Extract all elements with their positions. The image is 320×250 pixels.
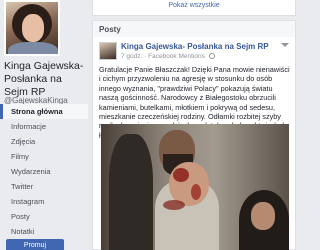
page-title[interactable]: Kinga Gajewska-Posłanka na Sejm RP <box>4 60 88 99</box>
nav-item-posts[interactable]: Posty <box>0 209 88 224</box>
post-card: Kinga Gajewska- Posłanka na Sejm RP 7 go… <box>92 37 296 250</box>
nav-item-twitter[interactable]: Twitter <box>0 179 88 194</box>
nav-item-photos[interactable]: Zdjęcia <box>0 134 88 149</box>
post-image[interactable] <box>101 124 289 250</box>
post-author-avatar[interactable] <box>99 42 117 60</box>
profile-shoulder <box>8 42 58 54</box>
nav-item-home[interactable]: Strona główna <box>0 104 88 119</box>
nav-item-videos[interactable]: Filmy <box>0 149 88 164</box>
nav-item-events[interactable]: Wydarzenia <box>0 164 88 179</box>
posts-section-header: Posty <box>92 20 296 38</box>
nav-item-about[interactable]: Informacje <box>0 119 88 134</box>
image-wound <box>173 168 189 182</box>
image-wound <box>163 200 185 210</box>
image-wound <box>191 184 201 200</box>
left-column: Kinga Gajewska-Posłanka na Sejm RP @Gaje… <box>0 0 88 250</box>
globe-icon <box>208 53 215 59</box>
post-meta: 7 godz. · Facebook Mentions <box>121 53 215 60</box>
page-nav: Strona główna Informacje Zdjęcia Filmy W… <box>0 104 88 250</box>
chevron-down-icon[interactable] <box>281 43 289 47</box>
profile-picture[interactable] <box>4 0 60 56</box>
image-woman-face <box>251 202 275 230</box>
post-source: Facebook Mentions <box>148 53 205 60</box>
post-timestamp[interactable]: 7 godz. <box>121 53 142 60</box>
promote-button[interactable]: Promuj <box>6 239 64 250</box>
image-person-left <box>109 134 153 250</box>
profile-face <box>22 14 44 42</box>
posts-section-title: Posty <box>99 25 121 34</box>
nav-item-instagram[interactable]: Instagram <box>0 194 88 209</box>
nav-item-notes[interactable]: Notatki <box>0 224 88 239</box>
post-author-name[interactable]: Kinga Gajewska- Posłanka na Sejm RP <box>121 42 269 51</box>
top-card: Pokaż wszystkie <box>92 0 296 16</box>
see-all-link[interactable]: Pokaż wszystkie <box>93 2 295 9</box>
